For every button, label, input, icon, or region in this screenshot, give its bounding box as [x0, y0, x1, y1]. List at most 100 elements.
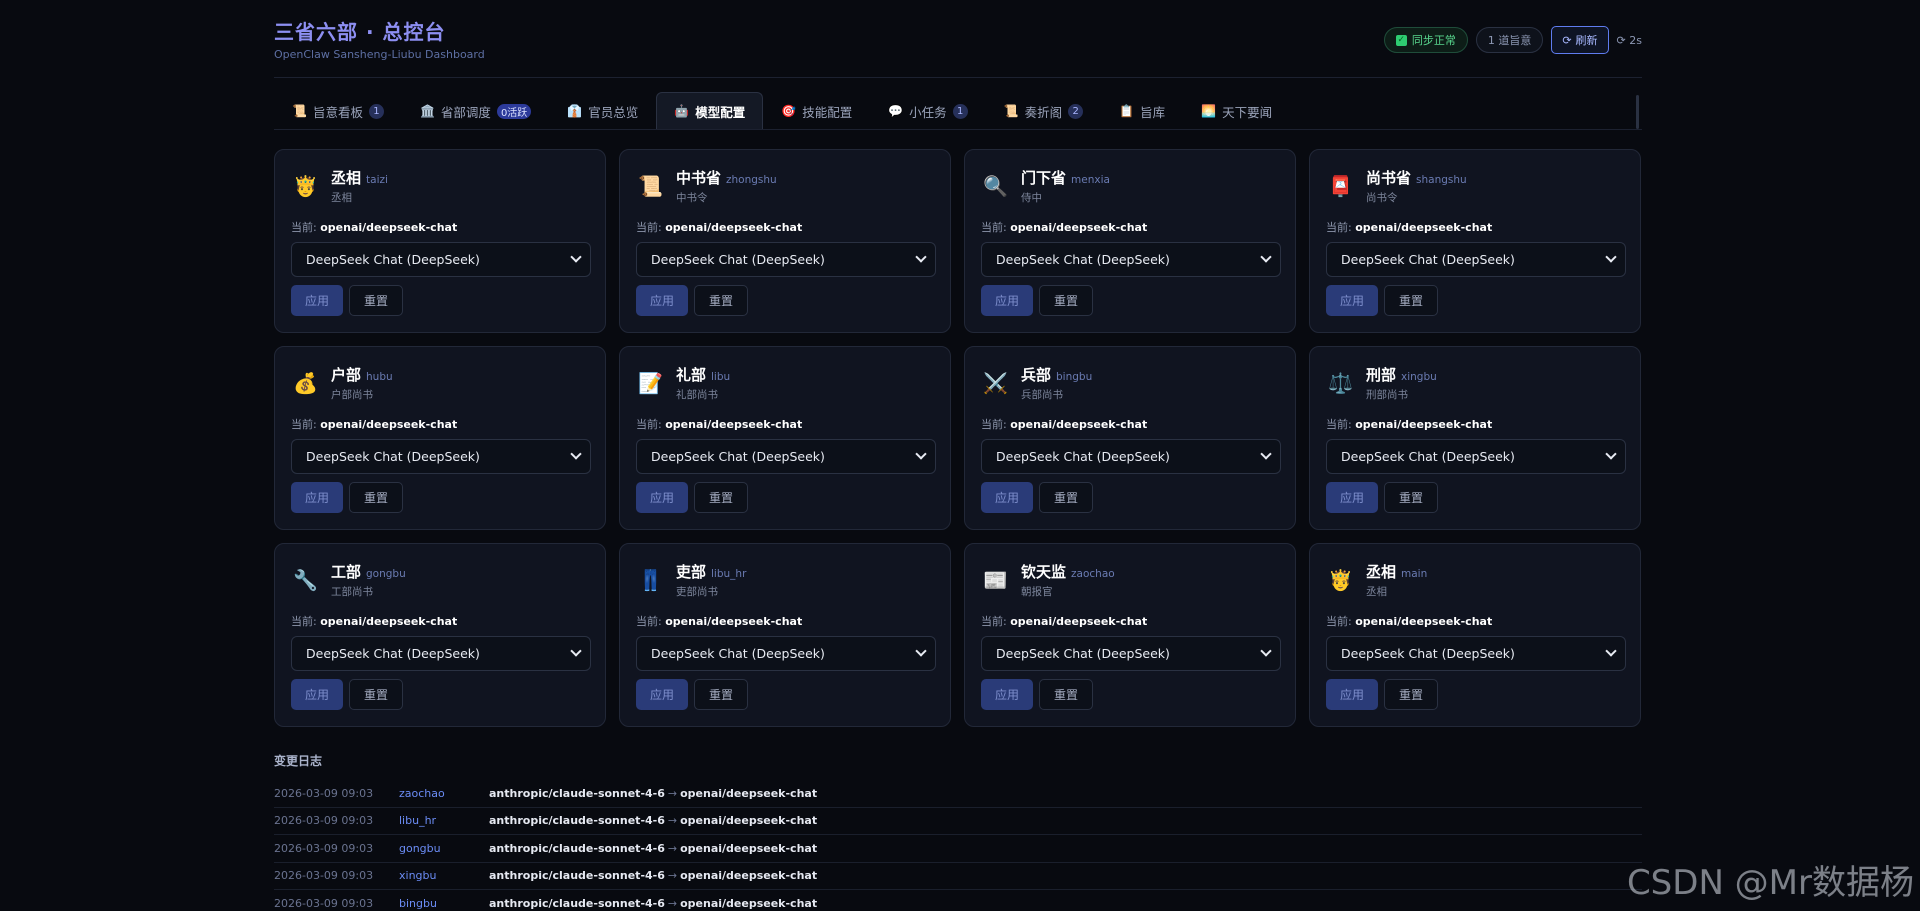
log-agent: gongbu: [399, 841, 441, 855]
current-label: 当前:: [1326, 221, 1352, 234]
agent-id: taizi: [366, 174, 388, 186]
model-select-value: DeepSeek Chat (DeepSeek): [996, 449, 1170, 464]
tab-2[interactable]: 👔 官员总览: [549, 92, 656, 129]
agent-icon: ⚖️: [1328, 371, 1353, 395]
model-select[interactable]: DeepSeek Chat (DeepSeek): [1326, 636, 1626, 671]
model-select[interactable]: DeepSeek Chat (DeepSeek): [291, 439, 591, 474]
current-label: 当前:: [636, 221, 662, 234]
tab-icon: 🌅: [1201, 104, 1217, 118]
model-select-value: DeepSeek Chat (DeepSeek): [996, 252, 1170, 267]
agent-card-main: 🤴 丞相 main 丞相 当前: openai/deepseek-chat DeepSee…: [1309, 543, 1641, 727]
reset-button[interactable]: 重置: [694, 285, 748, 316]
reset-button[interactable]: 重置: [1384, 285, 1438, 316]
apply-button[interactable]: 应用: [981, 482, 1033, 513]
refresh-icon: ⟳: [1562, 33, 1572, 47]
header: 三省六部 · 总控台 OpenClaw Sansheng-Liubu Dashb…: [274, 0, 1642, 78]
agent-icon: 🔧: [293, 568, 318, 592]
refresh-label: 刷新: [1575, 34, 1598, 47]
tab-7[interactable]: 📋 旨库: [1101, 92, 1183, 129]
apply-button[interactable]: 应用: [291, 482, 343, 513]
tab-1[interactable]: 🏛️ 省部调度 0活跃: [402, 92, 549, 129]
tab-scrollbar[interactable]: [1636, 95, 1639, 129]
apply-button[interactable]: 应用: [636, 482, 688, 513]
log-from: anthropic/claude-sonnet-4-6: [489, 841, 665, 855]
model-select[interactable]: DeepSeek Chat (DeepSeek): [291, 636, 591, 671]
log-to: openai/deepseek-chat: [680, 841, 818, 855]
agent-name-text: 丞相: [1366, 563, 1397, 581]
chevron-down-icon: [570, 251, 582, 263]
reset-button[interactable]: 重置: [694, 679, 748, 710]
tab-5[interactable]: 💬 小任务 1: [870, 92, 985, 129]
tab-4[interactable]: 🎯 技能配置: [763, 92, 870, 129]
reset-button[interactable]: 重置: [349, 679, 403, 710]
tab-0[interactable]: 📜 旨意看板 1: [274, 92, 402, 129]
reset-button[interactable]: 重置: [349, 285, 403, 316]
current-model-value: openai/deepseek-chat: [1355, 418, 1493, 431]
reset-button[interactable]: 重置: [1384, 482, 1438, 513]
current-model-value: openai/deepseek-chat: [665, 221, 803, 234]
apply-button[interactable]: 应用: [291, 679, 343, 710]
agent-name: 钦天监 zaochao: [1021, 561, 1115, 582]
agent-id: bingbu: [1056, 371, 1093, 383]
apply-button[interactable]: 应用: [636, 679, 688, 710]
tab-label: 官员总览: [588, 104, 639, 120]
agent-icon: 🤴: [293, 174, 318, 198]
refresh-button[interactable]: ⟳ 刷新: [1551, 26, 1609, 54]
tab-8[interactable]: 🌅 天下要闻: [1183, 92, 1290, 129]
model-select[interactable]: DeepSeek Chat (DeepSeek): [981, 636, 1281, 671]
model-select[interactable]: DeepSeek Chat (DeepSeek): [291, 242, 591, 277]
reset-button[interactable]: 重置: [1039, 482, 1093, 513]
apply-button[interactable]: 应用: [636, 285, 688, 316]
agent-name-text: 丞相: [331, 169, 362, 187]
log-change: anthropic/claude-sonnet-4-6 → openai/deeps…: [489, 842, 817, 855]
agent-name: 礼部 libu: [676, 364, 730, 385]
agent-card-menxia: 🔍 门下省 menxia 侍中 当前: openai/deepseek-chat Deep…: [964, 149, 1296, 333]
apply-button[interactable]: 应用: [1326, 482, 1378, 513]
model-select-value: DeepSeek Chat (DeepSeek): [1341, 646, 1515, 661]
model-select[interactable]: DeepSeek Chat (DeepSeek): [636, 242, 936, 277]
current-model: 当前: openai/deepseek-chat: [1326, 613, 1492, 629]
reset-button[interactable]: 重置: [349, 482, 403, 513]
log-to: openai/deepseek-chat: [680, 786, 818, 800]
reset-button[interactable]: 重置: [1384, 679, 1438, 710]
tab-icon: 📋: [1119, 104, 1135, 118]
chevron-down-icon: [570, 645, 582, 657]
apply-button[interactable]: 应用: [981, 285, 1033, 316]
current-model-value: openai/deepseek-chat: [320, 418, 458, 431]
tab-label: 省部调度: [440, 104, 491, 120]
apply-button[interactable]: 应用: [1326, 285, 1378, 316]
apply-button[interactable]: 应用: [291, 285, 343, 316]
change-log-title: 变更日志: [274, 754, 323, 768]
agent-icon: 💰: [293, 371, 318, 395]
agent-icon: 🔍: [983, 174, 1008, 198]
agent-role: 工部尚书: [331, 586, 373, 598]
apply-button[interactable]: 应用: [1326, 679, 1378, 710]
tab-badge: 1: [952, 103, 968, 119]
tab-3[interactable]: 🤖 模型配置: [656, 92, 764, 129]
edict-count-badge: 1 道旨意: [1475, 27, 1544, 53]
sync-status-label: 同步正常: [1411, 34, 1456, 47]
model-select[interactable]: DeepSeek Chat (DeepSeek): [1326, 242, 1626, 277]
model-select[interactable]: DeepSeek Chat (DeepSeek): [636, 439, 936, 474]
model-select[interactable]: DeepSeek Chat (DeepSeek): [636, 636, 936, 671]
chevron-down-icon: [1605, 251, 1617, 263]
log-time: 2026-03-09 09:03: [274, 869, 374, 883]
watermark: CSDN @Mr数据杨: [1626, 863, 1914, 903]
tab-badge: 1: [368, 103, 384, 119]
agent-card-xingbu: ⚖️ 刑部 xingbu 刑部尚书 当前: openai/deepseek-chat De…: [1309, 346, 1641, 530]
apply-button[interactable]: 应用: [981, 679, 1033, 710]
agent-card-shangshu: 📮 尚书省 shangshu 尚书令 当前: openai/deepseek-chat D…: [1309, 149, 1641, 333]
tab-badge: 2: [1068, 103, 1084, 119]
model-select[interactable]: DeepSeek Chat (DeepSeek): [1326, 439, 1626, 474]
agent-card-bingbu: ⚔️ 兵部 bingbu 兵部尚书 当前: openai/deepseek-chat De…: [964, 346, 1296, 530]
model-select[interactable]: DeepSeek Chat (DeepSeek): [981, 242, 1281, 277]
reset-button[interactable]: 重置: [1039, 285, 1093, 316]
agent-card-libu_hr: 👖 吏部 libu_hr 吏部尚书 当前: openai/deepseek-chat De…: [619, 543, 951, 727]
tab-icon: 📜: [292, 104, 307, 118]
reset-button[interactable]: 重置: [1039, 679, 1093, 710]
agent-name: 工部 gongbu: [331, 561, 406, 582]
reset-button[interactable]: 重置: [694, 482, 748, 513]
model-select[interactable]: DeepSeek Chat (DeepSeek): [981, 439, 1281, 474]
tab-6[interactable]: 📜 奏折阁 2: [986, 92, 1101, 129]
model-config-grid: 🤴 丞相 taizi 丞相 当前: openai/deepseek-chat DeepSe…: [274, 149, 1642, 727]
